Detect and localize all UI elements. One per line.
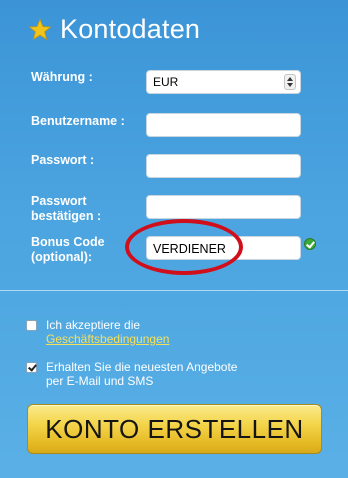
star-icon: [28, 17, 52, 40]
bonus-code-label: Bonus Code (optional):: [31, 235, 105, 265]
confirm-password-label: Passwort bestätigen :: [31, 194, 101, 224]
page-title: Kontodaten: [60, 14, 201, 44]
currency-select-value: EUR: [153, 75, 179, 89]
check-circle-icon: [304, 238, 316, 250]
terms-link[interactable]: Geschäftsbedingungen: [46, 332, 169, 346]
offers-checkbox[interactable]: [26, 362, 37, 373]
terms-text: Ich akzeptiere die Geschäftsbedingungen: [46, 318, 169, 346]
confirm-password-input[interactable]: [146, 195, 301, 219]
divider: [0, 290, 348, 291]
currency-label: Währung :: [31, 70, 93, 84]
username-label: Benutzername :: [31, 114, 125, 128]
username-input[interactable]: [146, 113, 301, 137]
create-account-button[interactable]: KONTO ERSTELLEN: [27, 404, 322, 454]
select-arrows-icon: [284, 74, 296, 90]
terms-label: Ich akzeptiere die: [46, 318, 141, 332]
bonus-label-line1: Bonus Code: [31, 235, 105, 249]
offers-line2: per E-Mail und SMS: [46, 374, 154, 388]
highlight-circle: [125, 219, 243, 275]
confirm-label-line1: Passwort: [31, 194, 87, 208]
header: Kontodaten: [28, 14, 200, 45]
offers-line1: Erhalten Sie die neuesten Angebote: [46, 360, 238, 374]
currency-select[interactable]: EUR: [146, 70, 301, 94]
create-account-label: KONTO ERSTELLEN: [45, 413, 304, 444]
offers-text: Erhalten Sie die neuesten Angebote per E…: [46, 360, 237, 388]
terms-checkbox[interactable]: [26, 320, 37, 331]
bonus-label-line2: (optional):: [31, 250, 93, 264]
password-label: Passwort :: [31, 153, 95, 167]
password-input[interactable]: [146, 154, 301, 178]
confirm-label-line2: bestätigen :: [31, 209, 102, 223]
